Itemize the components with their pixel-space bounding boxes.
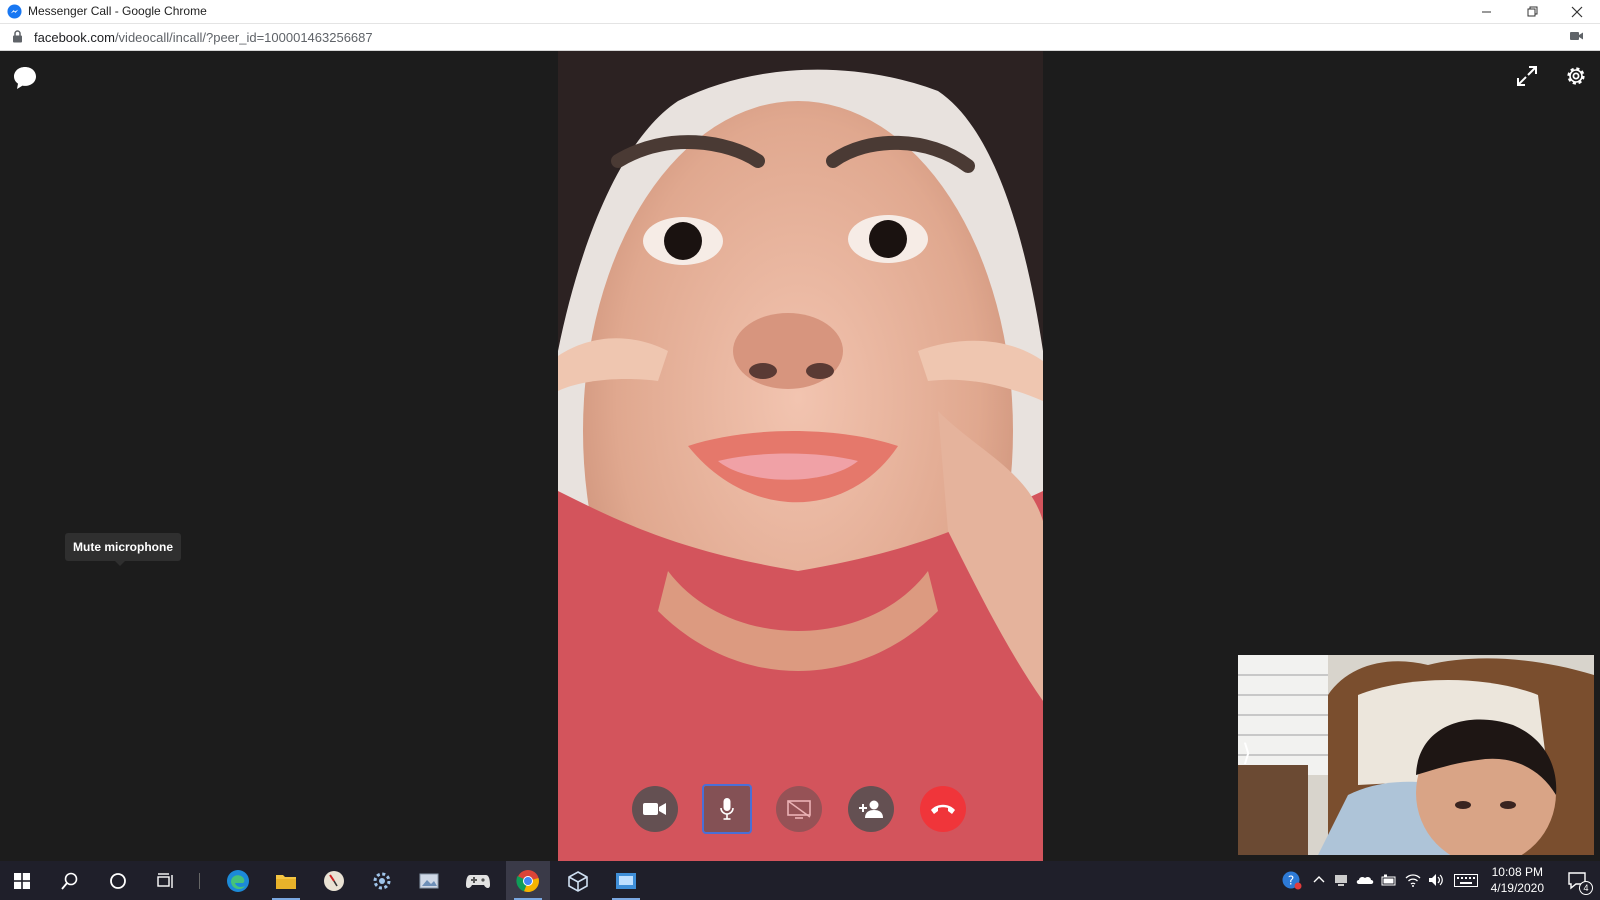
search-button[interactable]: [48, 861, 92, 900]
search-icon: [61, 872, 78, 890]
start-icon: [14, 872, 30, 889]
collapse-self-view-button[interactable]: ⟩: [1242, 739, 1251, 767]
close-icon: [1571, 6, 1583, 17]
cortana-button[interactable]: [96, 861, 140, 900]
minimize-button[interactable]: [1463, 0, 1509, 23]
messenger-icon: [7, 4, 22, 19]
settings-icon[interactable]: [1564, 64, 1588, 88]
share-screen-button[interactable]: [776, 786, 822, 832]
help-icon[interactable]: ?: [1282, 870, 1302, 890]
chrome-icon: [516, 869, 539, 892]
chevron-up-icon[interactable]: [1313, 875, 1325, 883]
call-stage: Mute microphone ⟩: [0, 51, 1600, 861]
window-title: Messenger Call - Google Chrome: [28, 4, 207, 18]
taskbar-photos[interactable]: [408, 861, 452, 900]
add-person-button[interactable]: [848, 786, 894, 832]
url-text[interactable]: facebook.com/videocall/incall/?peer_id=1…: [34, 30, 373, 45]
cortana-icon: [110, 872, 126, 889]
edge-icon: [227, 869, 249, 892]
taskbar-game[interactable]: [456, 861, 500, 900]
url-domain: facebook.com: [34, 30, 115, 45]
svg-text:?: ?: [1288, 874, 1294, 888]
window-titlebar: Messenger Call - Google Chrome: [0, 0, 1600, 24]
self-participant-video: [1238, 655, 1594, 855]
keyboard-icon[interactable]: [1454, 874, 1478, 887]
mute-microphone-tooltip: Mute microphone: [65, 533, 182, 566]
lock-icon[interactable]: [12, 30, 23, 43]
notification-count-badge: 4: [1579, 881, 1593, 895]
remote-desktop-icon: [616, 872, 636, 889]
chat-bubble-icon[interactable]: [12, 65, 38, 91]
action-center-button[interactable]: 4: [1556, 861, 1600, 900]
video-camera-icon: [643, 803, 666, 815]
battery-icon[interactable]: [1381, 874, 1397, 886]
clock-app-icon: [324, 870, 344, 891]
taskbar-file-explorer[interactable]: [264, 861, 308, 900]
start-button[interactable]: [0, 861, 44, 900]
clock-date: 4/19/2020: [1490, 881, 1544, 895]
windows-taskbar: ? 10:08 PM 4/19/2020 4: [0, 861, 1600, 900]
remote-video: [558, 51, 1043, 861]
taskbar-clock-app[interactable]: [312, 861, 356, 900]
photos-icon: [419, 873, 439, 888]
taskbar-divider: [199, 873, 200, 889]
wifi-icon[interactable]: [1405, 873, 1421, 887]
address-bar[interactable]: facebook.com/videocall/incall/?peer_id=1…: [0, 24, 1600, 51]
device-icon[interactable]: [1334, 874, 1348, 886]
taskbar-3d-viewer[interactable]: [556, 861, 600, 900]
minimize-icon: [1481, 11, 1491, 13]
end-call-icon: [931, 804, 955, 814]
3d-viewer-icon: [568, 870, 588, 892]
fullscreen-icon[interactable]: [1516, 65, 1538, 87]
task-view-button[interactable]: [144, 861, 188, 900]
end-call-button[interactable]: [920, 786, 966, 832]
system-clock[interactable]: 10:08 PM 4/19/2020: [1491, 864, 1544, 896]
url-path: /videocall/incall/?peer_id=1000014632566…: [114, 30, 373, 45]
microphone-icon: [720, 798, 734, 820]
mute-microphone-button[interactable]: [702, 784, 752, 834]
onedrive-icon[interactable]: [1356, 875, 1374, 885]
game-controller-icon: [466, 874, 490, 888]
clock-time: 10:08 PM: [1491, 865, 1543, 879]
taskbar-settings[interactable]: [360, 861, 404, 900]
self-view-video[interactable]: ⟩: [1238, 655, 1594, 855]
task-view-icon: [157, 872, 173, 888]
toggle-video-button[interactable]: [632, 786, 678, 832]
camera-in-use-icon[interactable]: [1570, 30, 1584, 42]
taskbar-chrome[interactable]: [506, 861, 550, 900]
remote-participant-video: [558, 51, 1043, 861]
add-person-icon: [859, 800, 883, 818]
restore-button[interactable]: [1509, 0, 1555, 23]
volume-icon[interactable]: [1428, 873, 1444, 887]
file-explorer-icon: [276, 874, 296, 889]
taskbar-remote-desktop[interactable]: [604, 861, 648, 900]
settings-icon: [373, 872, 391, 889]
restore-icon: [1527, 6, 1537, 17]
screen-share-icon: [787, 800, 811, 819]
close-window-button[interactable]: [1554, 0, 1600, 23]
call-controls: [632, 784, 972, 834]
taskbar-edge[interactable]: [216, 861, 260, 900]
